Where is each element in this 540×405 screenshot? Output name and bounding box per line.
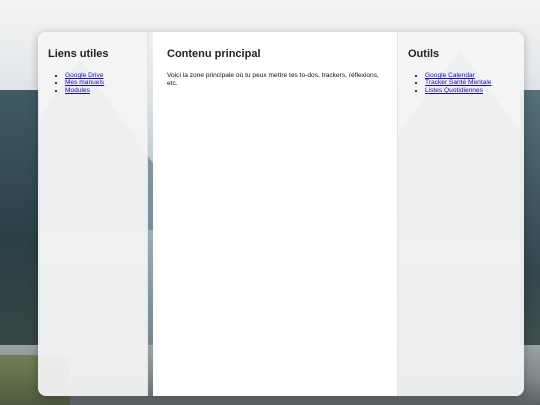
list-item: Mes manuels <box>65 79 137 86</box>
left-sidebar: Liens utiles Google Drive Mes manuels Mo… <box>38 32 148 396</box>
link-modules[interactable]: Modules <box>65 87 90 94</box>
main-title: Contenu principal <box>167 48 261 60</box>
link-google-drive[interactable]: Google Drive <box>65 72 103 79</box>
link-mes-manuels[interactable]: Mes manuels <box>65 79 104 86</box>
link-tracker-sante-mentale[interactable]: Tracker Santé Mentale <box>425 79 491 86</box>
list-item: Google Drive <box>65 72 137 79</box>
right-sidebar-title: Outils <box>408 48 440 60</box>
list-item: Tracker Santé Mentale <box>425 79 514 86</box>
list-item: Modules <box>65 87 137 94</box>
list-item: Listes Quotidiennes <box>425 87 514 94</box>
list-item: Google Calendar <box>425 72 514 79</box>
useful-links-list: Google Drive Mes manuels Modules <box>48 72 137 94</box>
left-sidebar-title: Liens utiles <box>48 48 109 60</box>
main-content: Contenu principal Voici la zone principa… <box>153 32 398 396</box>
tools-list: Google Calendar Tracker Santé Mentale Li… <box>408 72 514 94</box>
right-sidebar: Outils Google Calendar Tracker Santé Men… <box>398 32 524 396</box>
main-text: Voici la zone principale où tu peux mett… <box>167 72 379 87</box>
dashboard-window: Liens utiles Google Drive Mes manuels Mo… <box>38 32 524 396</box>
link-listes-quotidiennes[interactable]: Listes Quotidiennes <box>425 87 483 94</box>
link-google-calendar[interactable]: Google Calendar <box>425 72 475 79</box>
